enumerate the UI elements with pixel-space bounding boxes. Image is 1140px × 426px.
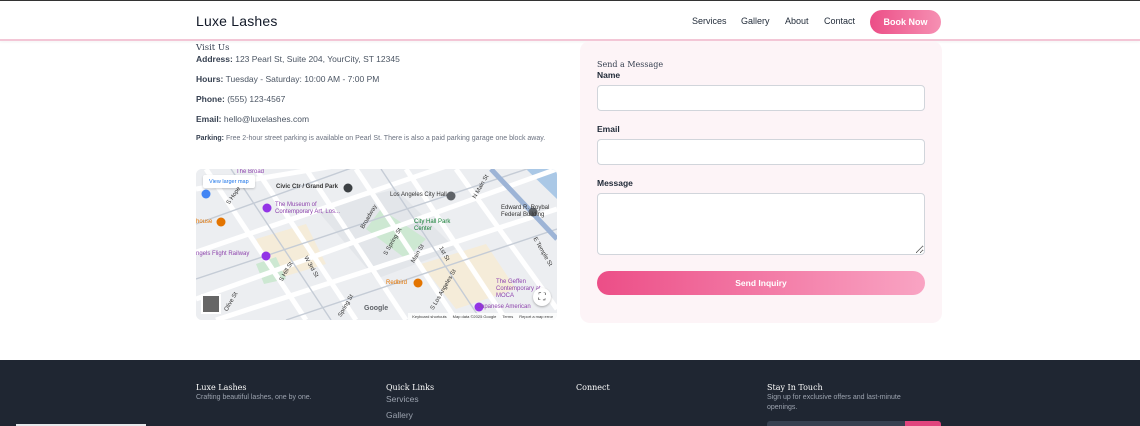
parking-value: Free 2-hour street parking is available … [225,135,546,142]
parking-info: Parking: Free 2-hour street parking is a… [196,133,556,144]
parking-label: Parking: [196,135,225,142]
hours-label: Hours: [196,74,224,84]
street-view-thumbnail[interactable] [201,294,221,314]
email-label: Email: [196,114,222,124]
phone-label: Phone: [196,94,225,104]
message-textarea[interactable] [597,193,925,255]
address-value: 123 Pearl St, Suite 204, YourCity, ST 12… [235,54,400,64]
map-label-flight: ngels Flight Railway [196,251,250,257]
map-attribution: Keyboard shortcuts Map data ©2025 Google… [408,313,557,320]
footer-connect-title: Connect [576,383,610,392]
map-label-house: house [196,219,213,225]
message-label: Message [597,178,633,188]
newsletter-email-input[interactable] [767,421,905,426]
nav-gallery[interactable]: Gallery [741,16,770,26]
brand-logo[interactable]: Luxe Lashes [196,13,278,29]
email-input[interactable] [597,139,925,165]
map-label-broad: The Broad [236,169,265,175]
google-logo: Google [364,305,389,312]
nav-services[interactable]: Services [692,16,727,26]
hours-value: Tuesday - Saturday: 10:00 AM - 7:00 PM [225,74,380,84]
map-label-civic: Civic Ctr / Grand Park [276,184,339,190]
phone-value[interactable]: (555) 123-4567 [227,94,285,104]
terms-link[interactable]: Terms [502,314,513,319]
address-line: Address: 123 Pearl St, Suite 204, YourCi… [196,54,400,64]
newsletter-subscribe-button[interactable] [905,421,941,426]
embedded-map[interactable]: View larger map Civic Ctr / Grand Park T… [196,169,557,320]
report-error-link[interactable]: Report a map error [519,314,553,319]
visit-title: Visit Us [196,43,230,53]
map-label-city-hall-park: City Hall Park Center [414,219,451,232]
fullscreen-icon[interactable]: ⛶ [533,288,551,306]
footer-quick-links-title: Quick Links [386,383,435,392]
footer-brand: Luxe Lashes [196,383,247,392]
hours-line: Hours: Tuesday - Saturday: 10:00 AM - 7:… [196,74,379,84]
name-input[interactable] [597,85,925,111]
email-label: Email [597,124,620,134]
email-line: Email: hello@luxelashes.com [196,114,309,124]
footer-link-gallery[interactable]: Gallery [386,410,413,420]
site-header: Luxe Lashes Services Gallery About Conta… [0,0,1140,41]
map-label-museum: The Museum of Contemporary Art, Los... [275,202,341,215]
footer-stay-sub: Sign up for exclusive offers and last-mi… [767,394,901,411]
name-label: Name [597,70,621,80]
map-label-city-hall: Los Angeles City Hall [390,192,447,198]
phone-line: Phone: (555) 123-4567 [196,94,285,104]
footer-stay-title: Stay In Touch [767,383,823,392]
view-larger-map-link[interactable]: View larger map [203,175,255,188]
map-label-redbird: Redbird [386,280,408,286]
footer-link-services[interactable]: Services [386,394,419,404]
form-title: Send a Message [597,60,664,69]
keyboard-shortcuts-link[interactable]: Keyboard shortcuts [412,314,446,319]
map-label-federal: Edward R. Roybal Federal Building [501,205,550,218]
nav-contact[interactable]: Contact [824,16,855,26]
map-label-japanese: Japanese American [478,304,531,310]
email-value[interactable]: hello@luxelashes.com [224,114,309,124]
book-now-button[interactable]: Book Now [870,10,941,34]
send-inquiry-button[interactable]: Send Inquiry [597,271,925,295]
map-data-text: Map data ©2025 Google [452,314,497,319]
site-footer [0,360,1140,426]
footer-tagline: Crafting beautiful lashes, one by one. [196,394,312,401]
address-label: Address: [196,54,233,64]
nav-about[interactable]: About [785,16,809,26]
